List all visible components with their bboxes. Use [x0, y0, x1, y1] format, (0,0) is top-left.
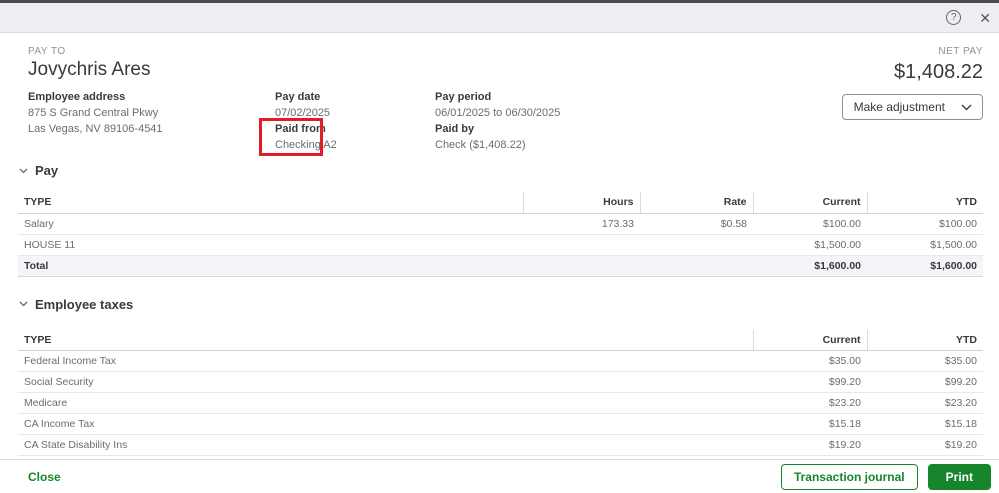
table-cell: $1,600.00	[753, 255, 867, 277]
column-header: Rate	[639, 192, 753, 214]
transaction-journal-button[interactable]: Transaction journal	[780, 463, 918, 490]
employee-taxes-section-title: Employee taxes	[35, 296, 134, 312]
table-cell: $1,600.00	[867, 255, 983, 277]
pay-period-value: 06/01/2025 to 06/30/2025	[435, 107, 561, 119]
column-header: TYPE	[18, 192, 523, 214]
net-pay-amount: $1,408.22	[894, 61, 983, 83]
table-cell: $23.20	[867, 392, 983, 414]
print-button[interactable]: Print	[927, 463, 991, 490]
employee-taxes-section-toggle[interactable]: Employee taxes	[19, 297, 983, 312]
table-row: HOUSE 11 $1,500.00 $1,500.00	[18, 234, 983, 256]
pay-table-header-row: TYPE Hours Rate Current YTD	[18, 192, 983, 214]
paid-by-value: Check ($1,408.22)	[435, 139, 526, 151]
net-pay-label: NET PAY	[938, 46, 983, 57]
table-cell: $35.00	[867, 350, 983, 372]
table-row: Medicare $23.20 $23.20	[18, 392, 983, 414]
table-row: CA State Disability Ins $19.20 $19.20	[18, 434, 983, 456]
employee-address-label: Employee address	[28, 91, 126, 103]
table-cell: Social Security	[18, 371, 753, 393]
make-adjustment-label: Make adjustment	[853, 100, 945, 114]
table-cell: $1,500.00	[867, 234, 983, 256]
taxes-table-header-row: TYPE Current YTD	[18, 329, 983, 351]
chevron-down-icon	[961, 104, 972, 110]
table-cell	[523, 234, 640, 256]
paycheck-detail: PAY TO Jovychris Ares Employee address 8…	[0, 33, 999, 456]
table-cell: $19.20	[753, 434, 867, 456]
net-pay-block: NET PAY $1,408.22 Make adjustment	[841, 46, 983, 120]
chevron-down-icon	[19, 301, 28, 307]
employee-taxes-section: Employee taxes TYPE Current YTD Federal …	[18, 297, 983, 456]
table-cell: $15.18	[867, 413, 983, 435]
paid-from-label: Paid from	[275, 123, 326, 135]
table-row: Federal Income Tax $35.00 $35.00	[18, 350, 983, 372]
table-cell: $19.20	[867, 434, 983, 456]
pay-section-toggle[interactable]: Pay	[19, 163, 983, 178]
column-header: Current	[752, 192, 867, 214]
table-cell	[523, 255, 640, 277]
make-adjustment-dropdown[interactable]: Make adjustment	[841, 94, 983, 120]
table-cell: Federal Income Tax	[18, 350, 753, 372]
pay-section-title: Pay	[35, 163, 59, 178]
employee-address-column: Employee address 875 S Grand Central Pkw…	[28, 89, 275, 153]
pay-date-label: Pay date	[275, 91, 321, 103]
payee-name: Jovychris Ares	[28, 59, 151, 80]
table-row: CA Income Tax $15.18 $15.18	[18, 413, 983, 435]
pay-section: Pay TYPE Hours Rate Current YTD Salary 17…	[18, 163, 983, 277]
table-cell: Medicare	[18, 392, 753, 414]
employee-taxes-table: TYPE Current YTD Federal Income Tax $35.0…	[18, 329, 983, 456]
footer-bar: Close Transaction journal Print	[0, 459, 999, 493]
table-cell: $35.00	[753, 350, 867, 372]
column-header: TYPE	[18, 329, 753, 351]
pay-period-column: Pay period 06/01/2025 to 06/30/2025 Paid…	[435, 89, 560, 153]
table-cell	[640, 234, 753, 256]
table-cell: $100.00	[753, 213, 867, 235]
column-header: Current	[752, 329, 867, 351]
pay-table: TYPE Hours Rate Current YTD Salary 173.33…	[18, 192, 983, 277]
chevron-down-icon	[19, 168, 28, 173]
table-cell: $99.20	[867, 371, 983, 393]
pay-to-block: PAY TO Jovychris Ares Employee address 8…	[28, 46, 560, 156]
table-cell: CA State Disability Ins	[18, 434, 753, 456]
pay-period-label: Pay period	[435, 91, 492, 103]
paid-by-label: Paid by	[435, 123, 475, 135]
pay-date-column: Pay date 07/02/2025 Paid from Checking A…	[259, 89, 435, 156]
table-cell: $0.58	[640, 213, 753, 235]
titlebar: ? ✕	[0, 3, 999, 33]
pay-date-value: 07/02/2025	[275, 107, 331, 119]
help-icon[interactable]: ?	[946, 10, 962, 25]
table-cell: $15.18	[753, 413, 867, 435]
pay-to-label: PAY TO	[28, 46, 66, 57]
address-line-1: 875 S Grand Central Pkwy	[28, 107, 159, 119]
address-line-2: Las Vegas, NV 89106-4541	[28, 123, 163, 135]
paycheck-info: Employee address 875 S Grand Central Pkw…	[28, 89, 560, 156]
column-header: YTD	[866, 329, 983, 351]
table-cell: $23.20	[753, 392, 867, 414]
table-cell: Salary	[18, 213, 523, 235]
table-row: Social Security $99.20 $99.20	[18, 371, 983, 393]
footer-buttons: Transaction journal Print	[780, 463, 991, 490]
column-header: YTD	[866, 192, 983, 214]
table-cell: CA Income Tax	[18, 413, 753, 435]
table-cell: $99.20	[753, 371, 867, 393]
table-cell: 173.33	[523, 213, 640, 235]
table-cell: $1,500.00	[753, 234, 867, 256]
table-row: Salary 173.33 $0.58 $100.00 $100.00	[18, 213, 983, 235]
table-cell: $100.00	[867, 213, 983, 235]
pay-total-row: Total $1,600.00 $1,600.00	[18, 255, 983, 277]
table-cell: HOUSE 11	[18, 234, 523, 256]
table-cell	[640, 255, 753, 277]
close-button[interactable]: Close	[28, 470, 61, 484]
close-icon[interactable]: ✕	[976, 11, 994, 25]
paid-from-value: Checking A2	[275, 139, 337, 151]
column-header: Hours	[522, 192, 640, 214]
table-cell: Total	[18, 255, 523, 277]
